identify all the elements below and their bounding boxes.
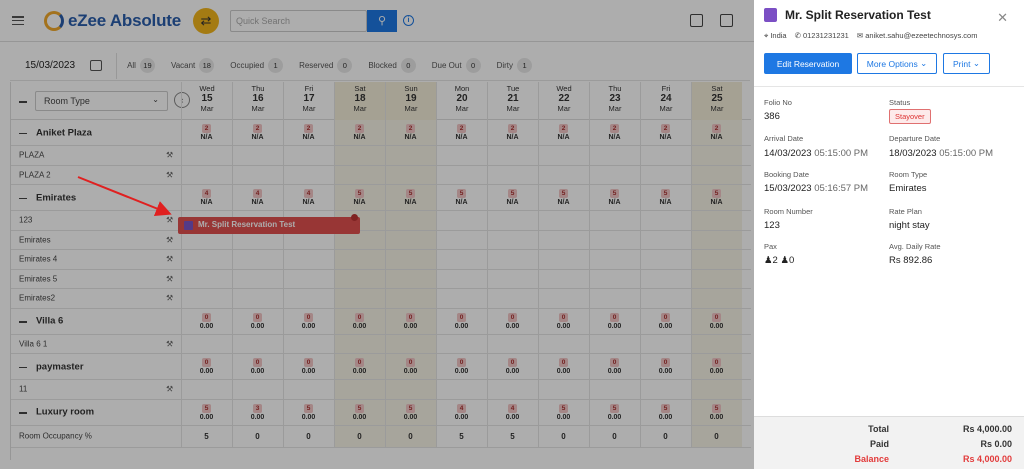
panel-totals: Total Rs 4,000.00 Paid Rs 0.00 Balance R… bbox=[754, 416, 1024, 469]
close-icon[interactable]: ✕ bbox=[997, 10, 1008, 26]
reservation-panel: Mr. Split Reservation Test ✕ ⌖ India ✆ 0… bbox=[754, 0, 1024, 469]
adr-value: Rs 892.86 bbox=[889, 255, 933, 266]
status-badge: Stayover bbox=[889, 109, 931, 124]
adr-label: Avg. Daily Rate bbox=[889, 242, 941, 251]
country: ⌖ India bbox=[764, 31, 787, 40]
status-label: Status bbox=[889, 98, 911, 107]
booking-label: Booking Date bbox=[764, 170, 810, 179]
adult-icon: ♟ bbox=[764, 255, 773, 266]
departure-label: Departure Date bbox=[889, 134, 941, 143]
edit-reservation-button[interactable]: Edit Reservation bbox=[764, 53, 852, 74]
arrival-label: Arrival Date bbox=[764, 134, 804, 143]
folio-label: Folio No bbox=[764, 98, 792, 107]
paid-label: Paid bbox=[869, 439, 889, 449]
chevron-down-icon: ⌄ bbox=[972, 58, 980, 68]
total-label: Total bbox=[868, 424, 889, 434]
balance-value: Rs 4,000.00 bbox=[962, 454, 1012, 464]
child-icon: ♟ bbox=[780, 255, 789, 266]
balance-label: Balance bbox=[854, 454, 889, 464]
reservation-icon bbox=[764, 8, 777, 22]
phone: ✆ 01231231231 bbox=[794, 31, 849, 40]
room-type-label: Room Type bbox=[889, 170, 928, 179]
arrival-value: 14/03/2023 05:15:00 PM bbox=[764, 148, 869, 159]
total-value: Rs 4,000.00 bbox=[962, 424, 1012, 434]
email: ✉ aniket.sahu@ezeetechnosys.com bbox=[856, 31, 978, 40]
rate-plan-label: Rate Plan bbox=[889, 207, 922, 216]
pax-label: Pax bbox=[764, 242, 777, 251]
print-button[interactable]: Print ⌄ bbox=[943, 53, 990, 74]
room-type-value: Emirates bbox=[889, 183, 927, 194]
annotation-arrow bbox=[77, 176, 172, 216]
departure-value: 18/03/2023 05:15:00 PM bbox=[889, 148, 994, 159]
pax-value: ♟2 ♟0 bbox=[764, 255, 795, 266]
more-options-button[interactable]: More Options ⌄ bbox=[857, 53, 937, 74]
chevron-down-icon: ⌄ bbox=[920, 58, 928, 68]
paid-value: Rs 0.00 bbox=[980, 439, 1012, 449]
rate-plan-value: night stay bbox=[889, 220, 930, 231]
folio-value: 386 bbox=[764, 111, 780, 122]
booking-value: 15/03/2023 05:16:57 PM bbox=[764, 183, 869, 194]
room-number-value: 123 bbox=[764, 220, 780, 231]
panel-title: Mr. Split Reservation Test bbox=[785, 8, 931, 22]
room-number-label: Room Number bbox=[764, 207, 813, 216]
